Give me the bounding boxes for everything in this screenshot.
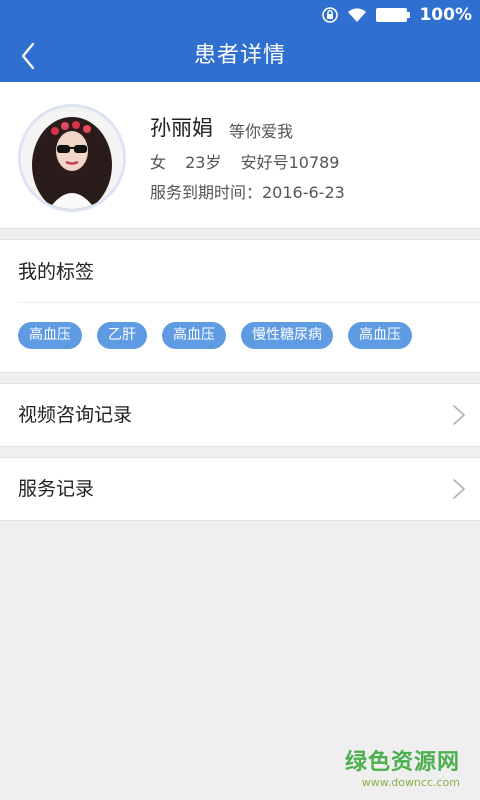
tag-item[interactable]: 慢性糖尿病 [241,322,333,349]
patient-basic-info: 女 23岁 安好号10789 [150,149,339,173]
tags-title: 我的标签 [18,261,95,283]
tags-section: 我的标签 高血压 乙肝 高血压 慢性糖尿病 高血压 [0,239,480,373]
divider [18,302,480,303]
wifi-icon [347,7,367,23]
chevron-right-icon [453,405,465,425]
patient-gender: 女 [150,153,167,172]
service-expire-date: 服务到期时间：2016-6-23 [150,183,345,202]
patient-name: 孙丽娟 [150,116,213,140]
patient-id: 安好号10789 [240,153,340,172]
patient-motto: 等你爱我 [229,122,294,141]
tag-item[interactable]: 高血压 [162,322,226,349]
tag-item[interactable]: 高血压 [348,322,412,349]
video-consult-records-row[interactable]: 视频咨询记录 [0,383,480,447]
video-consult-records-label: 视频咨询记录 [18,404,133,426]
service-records-label: 服务记录 [18,478,95,500]
nav-bar: 患者详情 [0,30,480,82]
battery-icon [375,7,411,23]
tags-list: 高血压 乙肝 高血压 慢性糖尿病 高血压 [18,322,412,349]
back-button[interactable] [8,36,48,76]
watermark-url: www.downcc.com [361,776,460,789]
tag-item[interactable]: 高血压 [18,322,82,349]
patient-profile-card: 孙丽娟 等你爱我 女 23岁 安好号10789 服务到期时间：2016-6-23 [0,82,480,229]
watermark: 绿色资源网 www.downcc.com [320,744,460,789]
rotation-lock-icon [321,6,339,24]
chevron-right-icon [453,479,465,499]
avatar[interactable] [18,104,126,212]
watermark-text: 绿色资源网 [344,750,460,775]
tag-item[interactable]: 乙肝 [97,322,147,349]
status-bar: 100% [0,0,480,30]
battery-percent: 100% [419,5,472,25]
service-records-row[interactable]: 服务记录 [0,457,480,521]
patient-age: 23岁 [185,153,222,172]
page-title: 患者详情 [193,43,286,68]
back-arrow-icon [21,42,35,70]
status-icons: 100% [321,5,472,25]
